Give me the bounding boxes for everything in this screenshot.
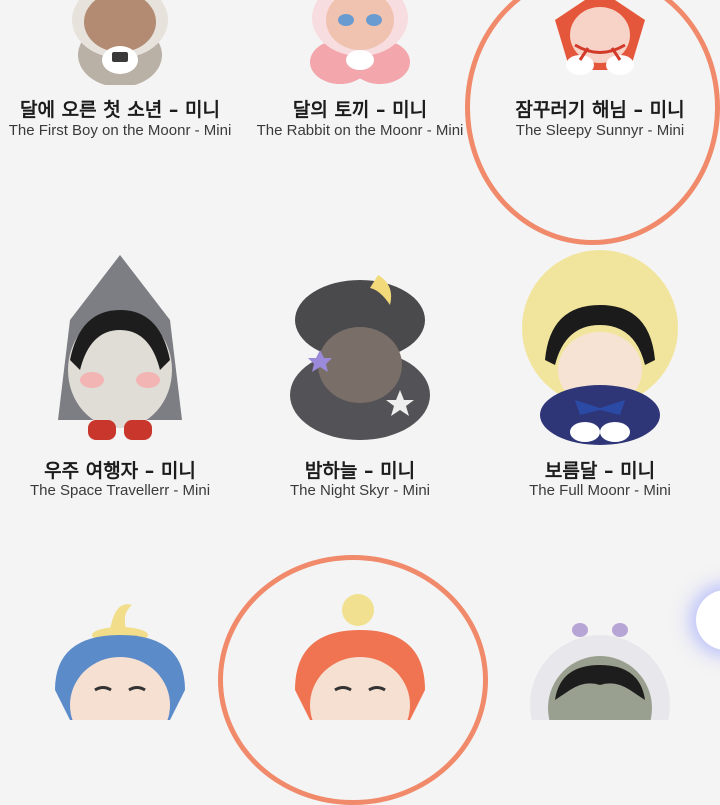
product-title-ko: 밤하늘 – 미니 bbox=[304, 460, 416, 482]
sleepy-sun-figure-icon bbox=[555, 0, 645, 75]
product-title-en: The Night Skyr - Mini bbox=[289, 482, 431, 499]
product-card[interactable]: 우주 여행자 – 미니 The Space Travellerr - Mini bbox=[0, 250, 240, 510]
product-title-ko: 달에 오른 첫 소년 – 미니 bbox=[20, 99, 220, 121]
product-title-en: The Sleepy Sunnyr - Mini bbox=[515, 122, 685, 139]
product-card[interactable]: 밤하늘 – 미니 The Night Skyr - Mini bbox=[240, 250, 480, 510]
product-title-ko: 보름달 – 미니 bbox=[544, 460, 656, 482]
rabbit-figure-icon bbox=[310, 0, 410, 84]
night-sky-figure-icon bbox=[290, 275, 430, 440]
product-card[interactable] bbox=[0, 590, 240, 720]
product-card[interactable] bbox=[240, 590, 480, 720]
product-title-en: The First Boy on the Moonr - Mini bbox=[8, 122, 232, 139]
product-title-ko: 우주 여행자 – 미니 bbox=[44, 460, 196, 482]
moon-hat-figure-icon bbox=[55, 604, 185, 720]
product-title-ko: 달의 토끼 – 미니 bbox=[292, 99, 428, 121]
product-title-en: The Rabbit on the Moonr - Mini bbox=[256, 122, 464, 139]
product-card[interactable]: 보름달 – 미니 The Full Moonr - Mini bbox=[480, 250, 720, 510]
first-boy-figure-icon bbox=[72, 0, 168, 85]
product-card[interactable]: 달에 오른 첫 소년 – 미니 The First Boy on the Moo… bbox=[0, 0, 240, 150]
product-card[interactable]: 달의 토끼 – 미니 The Rabbit on the Moonr - Min… bbox=[240, 0, 480, 150]
sun-hat-figure-icon bbox=[295, 594, 425, 720]
product-title-en: The Space Travellerr - Mini bbox=[29, 482, 211, 499]
full-moon-figure-icon bbox=[522, 250, 678, 445]
product-card[interactable]: 잠꾸러기 해님 – 미니 The Sleepy Sunnyr - Mini bbox=[480, 0, 720, 150]
product-title-en: The Full Moonr - Mini bbox=[529, 482, 671, 499]
astronaut-figure-icon bbox=[530, 623, 670, 720]
rocket-figure-icon bbox=[58, 255, 182, 440]
product-title-ko: 잠꾸러기 해님 – 미니 bbox=[515, 99, 685, 121]
product-card[interactable] bbox=[480, 590, 720, 720]
